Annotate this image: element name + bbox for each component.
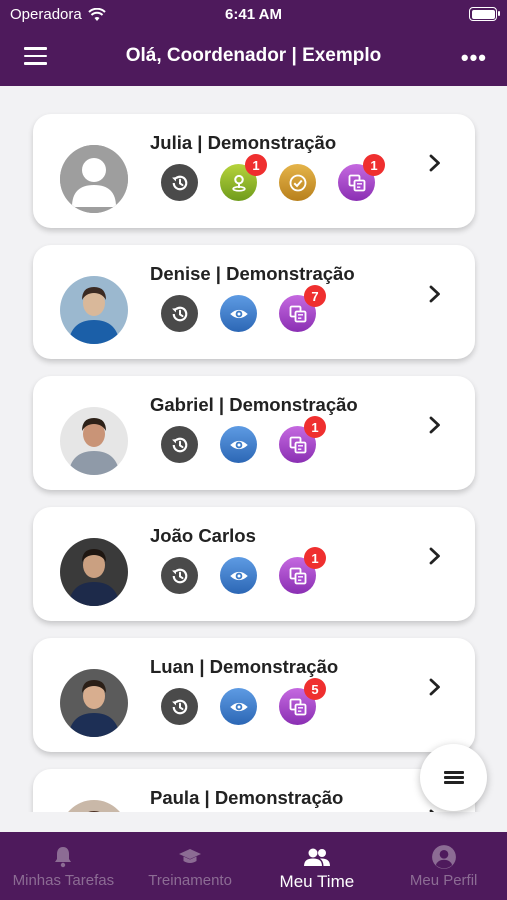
history-icon[interactable] xyxy=(161,164,198,201)
avatar-placeholder-icon xyxy=(60,145,128,213)
avatar xyxy=(60,669,128,737)
tab-label: Minhas Tarefas xyxy=(12,872,115,889)
notification-badge: 1 xyxy=(363,154,385,176)
tab-meu-perfil[interactable]: Meu Perfil xyxy=(380,832,507,900)
chevron-right-icon[interactable] xyxy=(429,154,441,172)
notification-badge: 7 xyxy=(304,285,326,307)
page-title: Olá, Coordenador | Exemplo xyxy=(125,45,382,66)
copy-icon[interactable]: 1 xyxy=(279,547,326,594)
history-icon[interactable] xyxy=(161,557,198,594)
copy-icon[interactable]: 1 xyxy=(338,154,385,201)
notification-badge: 1 xyxy=(304,416,326,438)
team-member-card[interactable]: Luan | Demonstração 5 xyxy=(33,638,475,752)
bottom-tab-bar: Minhas Tarefas Treinamento Meu Time Meu Per… xyxy=(0,832,507,900)
team-member-card[interactable]: Gabriel | Demonstração 1 xyxy=(33,376,475,490)
team-list: Julia | Demonstração 1 1 Denise | Demonstra… xyxy=(0,86,507,812)
member-name: Luan | Demonstração xyxy=(150,656,339,677)
list-menu-icon xyxy=(443,769,464,787)
member-name: João Carlos xyxy=(150,525,256,546)
tab-label: Meu Time xyxy=(279,872,355,891)
more-options-icon[interactable]: ••• xyxy=(461,45,487,71)
member-name: Paula | Demonstração xyxy=(150,787,344,808)
profile-icon xyxy=(380,844,507,870)
history-icon[interactable] xyxy=(161,426,198,463)
member-name: Julia | Demonstração xyxy=(150,132,337,153)
team-member-card[interactable]: Denise | Demonstração 7 xyxy=(33,245,475,359)
eye-icon[interactable] xyxy=(220,557,257,594)
chevron-right-icon[interactable] xyxy=(429,678,441,696)
tab-treinamento[interactable]: Treinamento xyxy=(127,832,254,900)
eye-icon[interactable] xyxy=(220,295,257,332)
copy-icon[interactable]: 7 xyxy=(279,285,326,332)
member-name: Denise | Demonstração xyxy=(150,263,355,284)
team-member-card[interactable]: Paula | Demonstração xyxy=(33,769,475,812)
eye-icon[interactable] xyxy=(220,426,257,463)
chevron-right-icon[interactable] xyxy=(429,547,441,565)
avatar xyxy=(60,407,128,475)
team-icon xyxy=(254,844,381,870)
chevron-right-icon[interactable] xyxy=(429,285,441,303)
graduation-cap-icon xyxy=(127,844,254,870)
tab-label: Treinamento xyxy=(148,872,232,889)
chevron-right-icon[interactable] xyxy=(429,416,441,434)
bell-icon xyxy=(0,844,127,870)
tab-meu-time[interactable]: Meu Time xyxy=(254,832,381,900)
fab-menu-button[interactable] xyxy=(420,744,487,811)
avatar xyxy=(60,276,128,344)
status-bar: Operadora 6:41 AM xyxy=(0,0,507,28)
eye-icon[interactable] xyxy=(220,688,257,725)
history-icon[interactable] xyxy=(161,295,198,332)
notification-badge: 1 xyxy=(304,547,326,569)
battery-icon xyxy=(469,7,500,21)
history-icon[interactable] xyxy=(161,688,198,725)
copy-icon[interactable]: 1 xyxy=(279,416,326,463)
notification-badge: 5 xyxy=(304,678,326,700)
notification-badge: 1 xyxy=(245,154,267,176)
status-time: 6:41 AM xyxy=(225,6,282,23)
team-member-card[interactable]: Julia | Demonstração 1 1 xyxy=(33,114,475,228)
copy-icon[interactable]: 5 xyxy=(279,678,326,725)
app-bar: Olá, Coordenador | Exemplo ••• xyxy=(0,28,507,86)
avatar xyxy=(60,800,128,812)
check-circle-icon[interactable] xyxy=(279,164,316,201)
map-pin-icon[interactable]: 1 xyxy=(220,154,267,201)
hamburger-menu-icon[interactable] xyxy=(24,47,47,65)
tab-label: Meu Perfil xyxy=(409,872,478,889)
tab-minhas-tarefas[interactable]: Minhas Tarefas xyxy=(0,832,127,900)
avatar xyxy=(60,538,128,606)
member-name: Gabriel | Demonstração xyxy=(150,394,358,415)
chevron-right-icon[interactable] xyxy=(429,809,441,812)
team-member-card[interactable]: João Carlos 1 xyxy=(33,507,475,621)
